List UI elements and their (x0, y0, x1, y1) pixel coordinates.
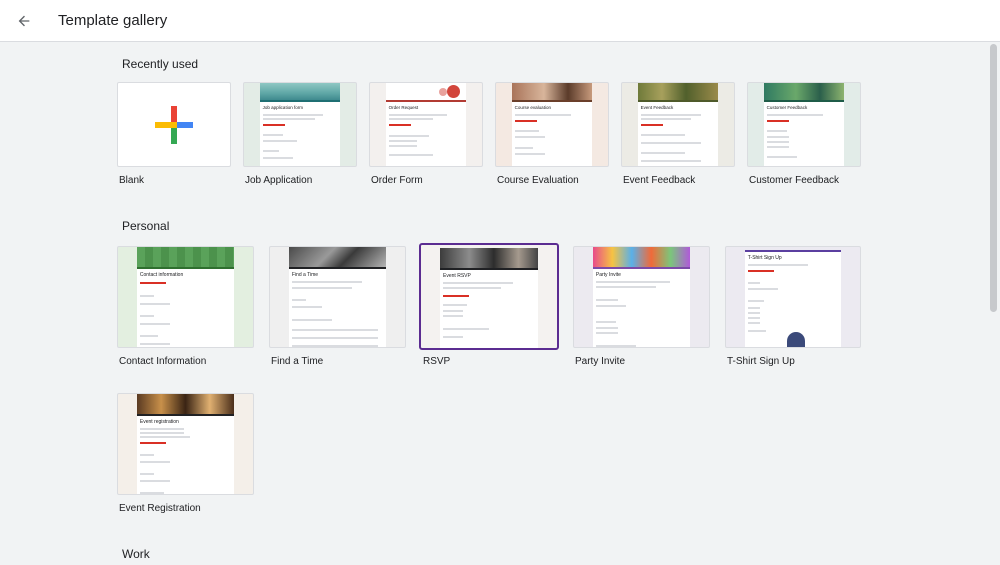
template-label-customer-feedback: Customer Feedback (749, 175, 840, 186)
template-card-customer-feedback[interactable]: Customer Feedback (747, 82, 861, 167)
template-card-event-feedback[interactable]: Event Feedback (621, 82, 735, 167)
template-card-contact-information[interactable]: Contact information (117, 246, 254, 348)
template-card-party-invite[interactable]: Party Invite (573, 246, 710, 348)
template-card-rsvp[interactable]: Event RSVP (419, 243, 559, 350)
back-button[interactable] (11, 8, 37, 34)
template-card-tshirt-signup[interactable]: T-Shirt Sign Up (725, 246, 861, 348)
template-label-event-registration: Event Registration (119, 503, 201, 514)
section-title-work: Work (122, 547, 150, 561)
template-label-order-form: Order Form (371, 175, 423, 186)
template-preview: Contact information (118, 247, 253, 347)
template-preview: Customer Feedback (748, 83, 860, 166)
template-label-party-invite: Party Invite (575, 356, 626, 367)
scrollbar[interactable] (986, 42, 1000, 565)
template-preview: Party Invite (574, 247, 709, 347)
template-preview: Course evaluation (496, 83, 608, 166)
template-preview: Event RSVP (421, 245, 557, 348)
template-label-job-application: Job Application (245, 175, 313, 186)
top-bar: Template gallery (0, 0, 1000, 42)
template-card-blank[interactable] (117, 82, 231, 167)
template-preview: T-Shirt Sign Up (726, 247, 860, 347)
template-label-course-evaluation: Course Evaluation (497, 175, 579, 186)
template-card-event-registration[interactable]: Event registration (117, 393, 254, 495)
section-title-recently-used: Recently used (122, 57, 199, 71)
arrow-back-icon (18, 15, 30, 27)
template-label-event-feedback: Event Feedback (623, 175, 696, 186)
template-label-blank: Blank (119, 175, 145, 186)
template-preview: Event registration (118, 394, 253, 494)
template-preview: Job application form (244, 83, 356, 166)
plus-icon (155, 105, 193, 144)
template-label-tshirt-signup: T-Shirt Sign Up (727, 356, 795, 367)
template-card-find-a-time[interactable]: Find a Time (269, 246, 406, 348)
page-title: Template gallery (58, 12, 168, 29)
scrollbar-thumb[interactable] (990, 44, 997, 312)
template-preview: Find a Time (270, 247, 405, 347)
template-card-order-form[interactable]: Order Request (369, 82, 483, 167)
template-card-course-evaluation[interactable]: Course evaluation (495, 82, 609, 167)
template-label-rsvp: RSVP (423, 356, 451, 367)
template-label-contact-information: Contact Information (119, 356, 207, 367)
section-title-personal: Personal (122, 219, 170, 233)
template-preview: Event Feedback (622, 83, 734, 166)
template-card-job-application[interactable]: Job application form (243, 82, 357, 167)
template-label-find-a-time: Find a Time (271, 356, 324, 367)
template-preview: Order Request (370, 83, 482, 166)
